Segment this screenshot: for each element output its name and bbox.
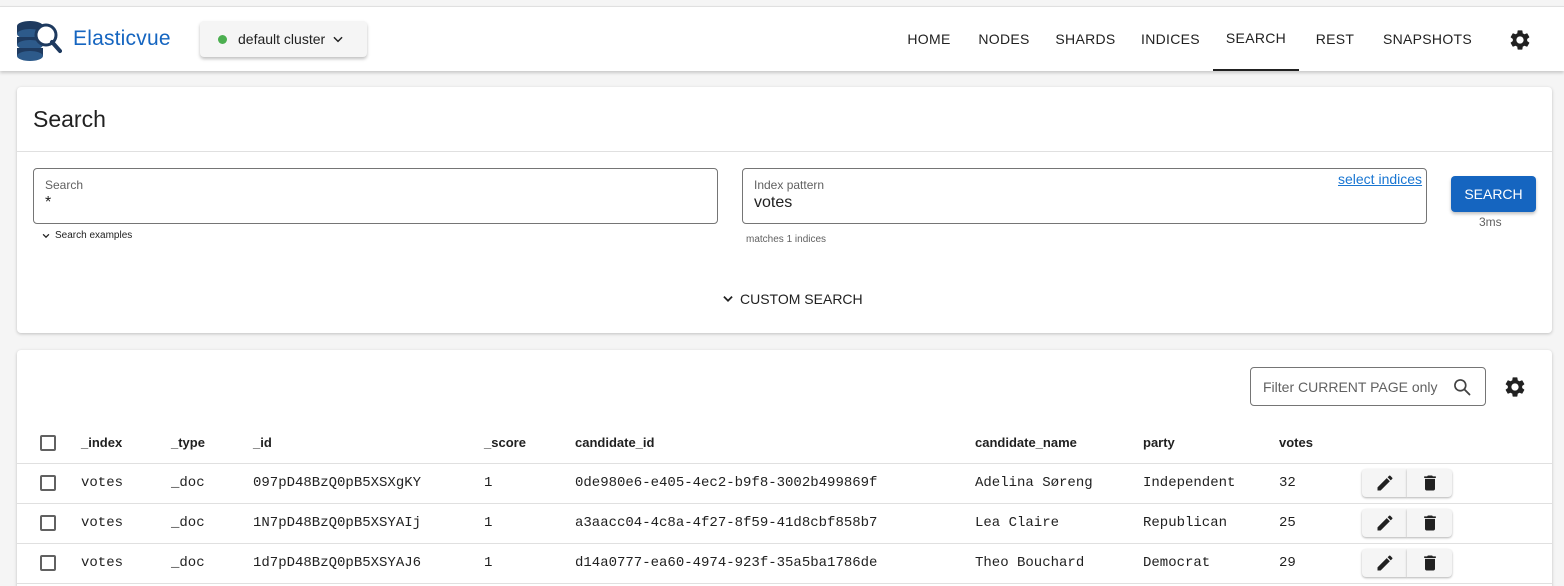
app-brand[interactable]: Elasticvue [73, 27, 171, 51]
table-header-row: _index _type _id _score candidate_id can… [17, 422, 1552, 464]
nav-indices[interactable]: INDICES [1134, 7, 1207, 71]
settings-gear-icon[interactable] [1508, 28, 1532, 52]
search-examples-toggle[interactable]: Search examples [41, 230, 132, 241]
row-actions [1362, 469, 1552, 497]
elasticvue-logo-icon [17, 21, 62, 61]
nav-home[interactable]: HOME [897, 7, 961, 71]
row-actions [1362, 509, 1552, 537]
cell-candidate-name: Theo Bouchard [975, 543, 1143, 584]
edit-button[interactable] [1362, 469, 1407, 497]
delete-button[interactable] [1407, 549, 1452, 577]
row-checkbox[interactable] [40, 514, 56, 531]
row-checkbox[interactable] [40, 474, 56, 491]
cell-votes: 29 [1279, 543, 1362, 584]
cell-votes: 25 [1279, 503, 1362, 544]
row-actions [1362, 549, 1552, 577]
results-card: Filter CURRENT PAGE only _index _type _i… [17, 350, 1552, 586]
cell-type: _doc [171, 463, 253, 504]
search-timing: 3ms [1479, 215, 1502, 229]
custom-search-label: CUSTOM SEARCH [740, 291, 863, 307]
cell-votes: 32 [1279, 463, 1362, 504]
select-all-checkbox[interactable] [40, 434, 56, 451]
cluster-status-dot [218, 34, 227, 44]
cell-party: Republican [1143, 503, 1279, 544]
cell-candidate-name: Lea Claire [975, 503, 1143, 544]
table-row: votes _doc 1d7pD48BzQ0pB5XSYAJ6 1 d14a07… [17, 543, 1552, 584]
column-header-score[interactable]: _score [484, 422, 575, 464]
cell-candidate-name: Adelina Søreng [975, 463, 1143, 504]
column-header-actions [1362, 422, 1552, 464]
chevron-down-icon [333, 36, 343, 43]
search-field-value[interactable]: * [45, 194, 51, 212]
cell-score: 1 [484, 503, 575, 544]
column-header-candidate-id[interactable]: candidate_id [575, 422, 975, 464]
select-indices-link[interactable]: select indices [1338, 171, 1422, 187]
index-pattern-value[interactable]: votes [754, 194, 792, 212]
column-header-party[interactable]: party [1143, 422, 1279, 464]
cell-party: Independent [1143, 463, 1279, 504]
delete-button[interactable] [1407, 469, 1452, 497]
edit-button[interactable] [1362, 549, 1407, 577]
nav-search[interactable]: SEARCH [1213, 7, 1299, 71]
cluster-label: default cluster [238, 31, 326, 47]
cell-candidate-id: d14a0777-ea60-4974-923f-35a5ba1786de [575, 543, 975, 584]
cell-candidate-id: 0de980e6-e405-4ec2-b9f8-3002b499869f [575, 463, 975, 504]
edit-button[interactable] [1362, 509, 1407, 537]
filter-placeholder: Filter CURRENT PAGE only [1263, 379, 1438, 395]
pencil-icon [1377, 515, 1393, 531]
nav-nodes[interactable]: NODES [971, 7, 1037, 71]
delete-button[interactable] [1407, 509, 1452, 537]
cell-index: votes [81, 463, 171, 504]
chevron-down-icon [42, 233, 50, 238]
chevron-down-icon [723, 296, 733, 302]
filter-current-page-input[interactable]: Filter CURRENT PAGE only [1250, 367, 1486, 406]
cluster-selector-button[interactable]: default cluster [200, 21, 367, 57]
nav-shards[interactable]: SHARDS [1047, 7, 1124, 71]
table-settings-gear-icon[interactable] [1503, 375, 1527, 399]
cell-id: 1d7pD48BzQ0pB5XSYAJ6 [253, 543, 484, 584]
trash-icon [1423, 515, 1436, 531]
column-header-votes[interactable]: votes [1279, 422, 1362, 464]
row-checkbox[interactable] [40, 554, 56, 571]
index-pattern-field[interactable]: Index pattern votes [742, 168, 1427, 224]
search-field-label: Search [45, 178, 84, 192]
divider [17, 151, 1552, 152]
cell-type: _doc [171, 543, 253, 584]
column-header-type[interactable]: _type [171, 422, 253, 464]
cell-score: 1 [484, 463, 575, 504]
column-header-index[interactable]: _index [81, 422, 171, 464]
trash-icon [1423, 555, 1436, 571]
cell-id: 1N7pD48BzQ0pB5XSYAIj [253, 503, 484, 544]
cell-type: _doc [171, 503, 253, 544]
custom-search-toggle[interactable]: CUSTOM SEARCH [721, 291, 863, 307]
table-row: votes _doc 097pD48BzQ0pB5XSXgKY 1 0de980… [17, 463, 1552, 504]
pencil-icon [1377, 475, 1393, 491]
search-card: Search Search * Search examples Index pa… [17, 87, 1552, 333]
cell-id: 097pD48BzQ0pB5XSXgKY [253, 463, 484, 504]
search-query-field[interactable]: Search * [33, 168, 718, 224]
search-examples-label: Search examples [55, 230, 133, 241]
cell-index: votes [81, 543, 171, 584]
cell-party: Democrat [1143, 543, 1279, 584]
cell-score: 1 [484, 543, 575, 584]
pencil-icon [1377, 555, 1393, 571]
nav-snapshots[interactable]: SNAPSHOTS [1375, 7, 1480, 71]
cell-index: votes [81, 503, 171, 544]
app-bar: Elasticvue default cluster HOME NODES SH… [0, 6, 1564, 71]
page-title: Search [33, 106, 106, 132]
column-header-candidate-name[interactable]: candidate_name [975, 422, 1143, 464]
search-icon [1454, 379, 1471, 396]
nav-rest[interactable]: REST [1305, 7, 1365, 71]
cell-candidate-id: a3aacc04-4c8a-4f27-8f59-41d8cbf858b7 [575, 503, 975, 544]
table-row: votes _doc 1N7pD48BzQ0pB5XSYAIj 1 a3aacc… [17, 503, 1552, 544]
trash-icon [1423, 475, 1436, 491]
index-matches-hint: matches 1 indices [746, 234, 827, 245]
results-table: _index _type _id _score candidate_id can… [17, 422, 1552, 584]
index-pattern-label: Index pattern [754, 178, 825, 192]
search-button[interactable]: SEARCH [1451, 176, 1536, 212]
column-header-id[interactable]: _id [253, 422, 484, 464]
